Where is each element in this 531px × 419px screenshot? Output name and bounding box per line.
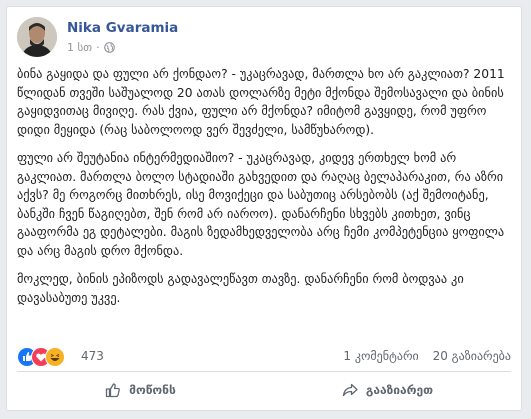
haha-icon bbox=[45, 347, 65, 367]
action-bar: მოწონს გააზიარეთ bbox=[17, 373, 511, 407]
globe-icon[interactable] bbox=[103, 42, 115, 53]
post-body: ბინა გაყიდა და ფული არ ქონდაო? - უკაცრავ… bbox=[17, 65, 513, 317]
post-timestamp[interactable]: 1 სთ bbox=[67, 41, 92, 54]
divider bbox=[17, 371, 511, 372]
post-meta: 1 სთ · bbox=[67, 41, 115, 54]
author-name[interactable]: Nika Gvaramia bbox=[67, 20, 178, 36]
share-label: გააზიარეთ bbox=[365, 383, 434, 397]
reaction-count[interactable]: 473 bbox=[81, 349, 104, 363]
post-header: Nika Gvaramia 1 სთ · bbox=[17, 17, 507, 61]
avatar[interactable] bbox=[17, 17, 57, 57]
post-paragraph: მოკლედ, ბინის ეპიზოდს გადავალეწავთ თავზე… bbox=[17, 272, 464, 305]
like-button[interactable]: მოწონს bbox=[17, 373, 264, 407]
post-stats: 1 კომენტარი 20 გაზიარება bbox=[343, 349, 511, 363]
reactions-bar: 473 1 კომენტარი 20 გაზიარება bbox=[17, 346, 511, 368]
shares-count[interactable]: 20 გაზიარება bbox=[433, 349, 511, 363]
thumbs-up-icon bbox=[106, 383, 121, 398]
reaction-icons[interactable] bbox=[17, 347, 77, 367]
post-card: Nika Gvaramia 1 სთ · ბინა გაყიდა და ფული… bbox=[6, 6, 522, 411]
share-icon bbox=[342, 383, 358, 397]
share-button[interactable]: გააზიარეთ bbox=[264, 373, 511, 407]
like-label: მოწონს bbox=[129, 383, 176, 397]
comments-count[interactable]: 1 კომენტარი bbox=[343, 349, 418, 363]
post-paragraph: ბინა გაყიდა და ფული არ ქონდაო? - უკაცრავ… bbox=[17, 67, 505, 137]
post-paragraph: ფული არ შეუტანია ინტერმედიაშიო? - უკაცრა… bbox=[17, 151, 505, 258]
